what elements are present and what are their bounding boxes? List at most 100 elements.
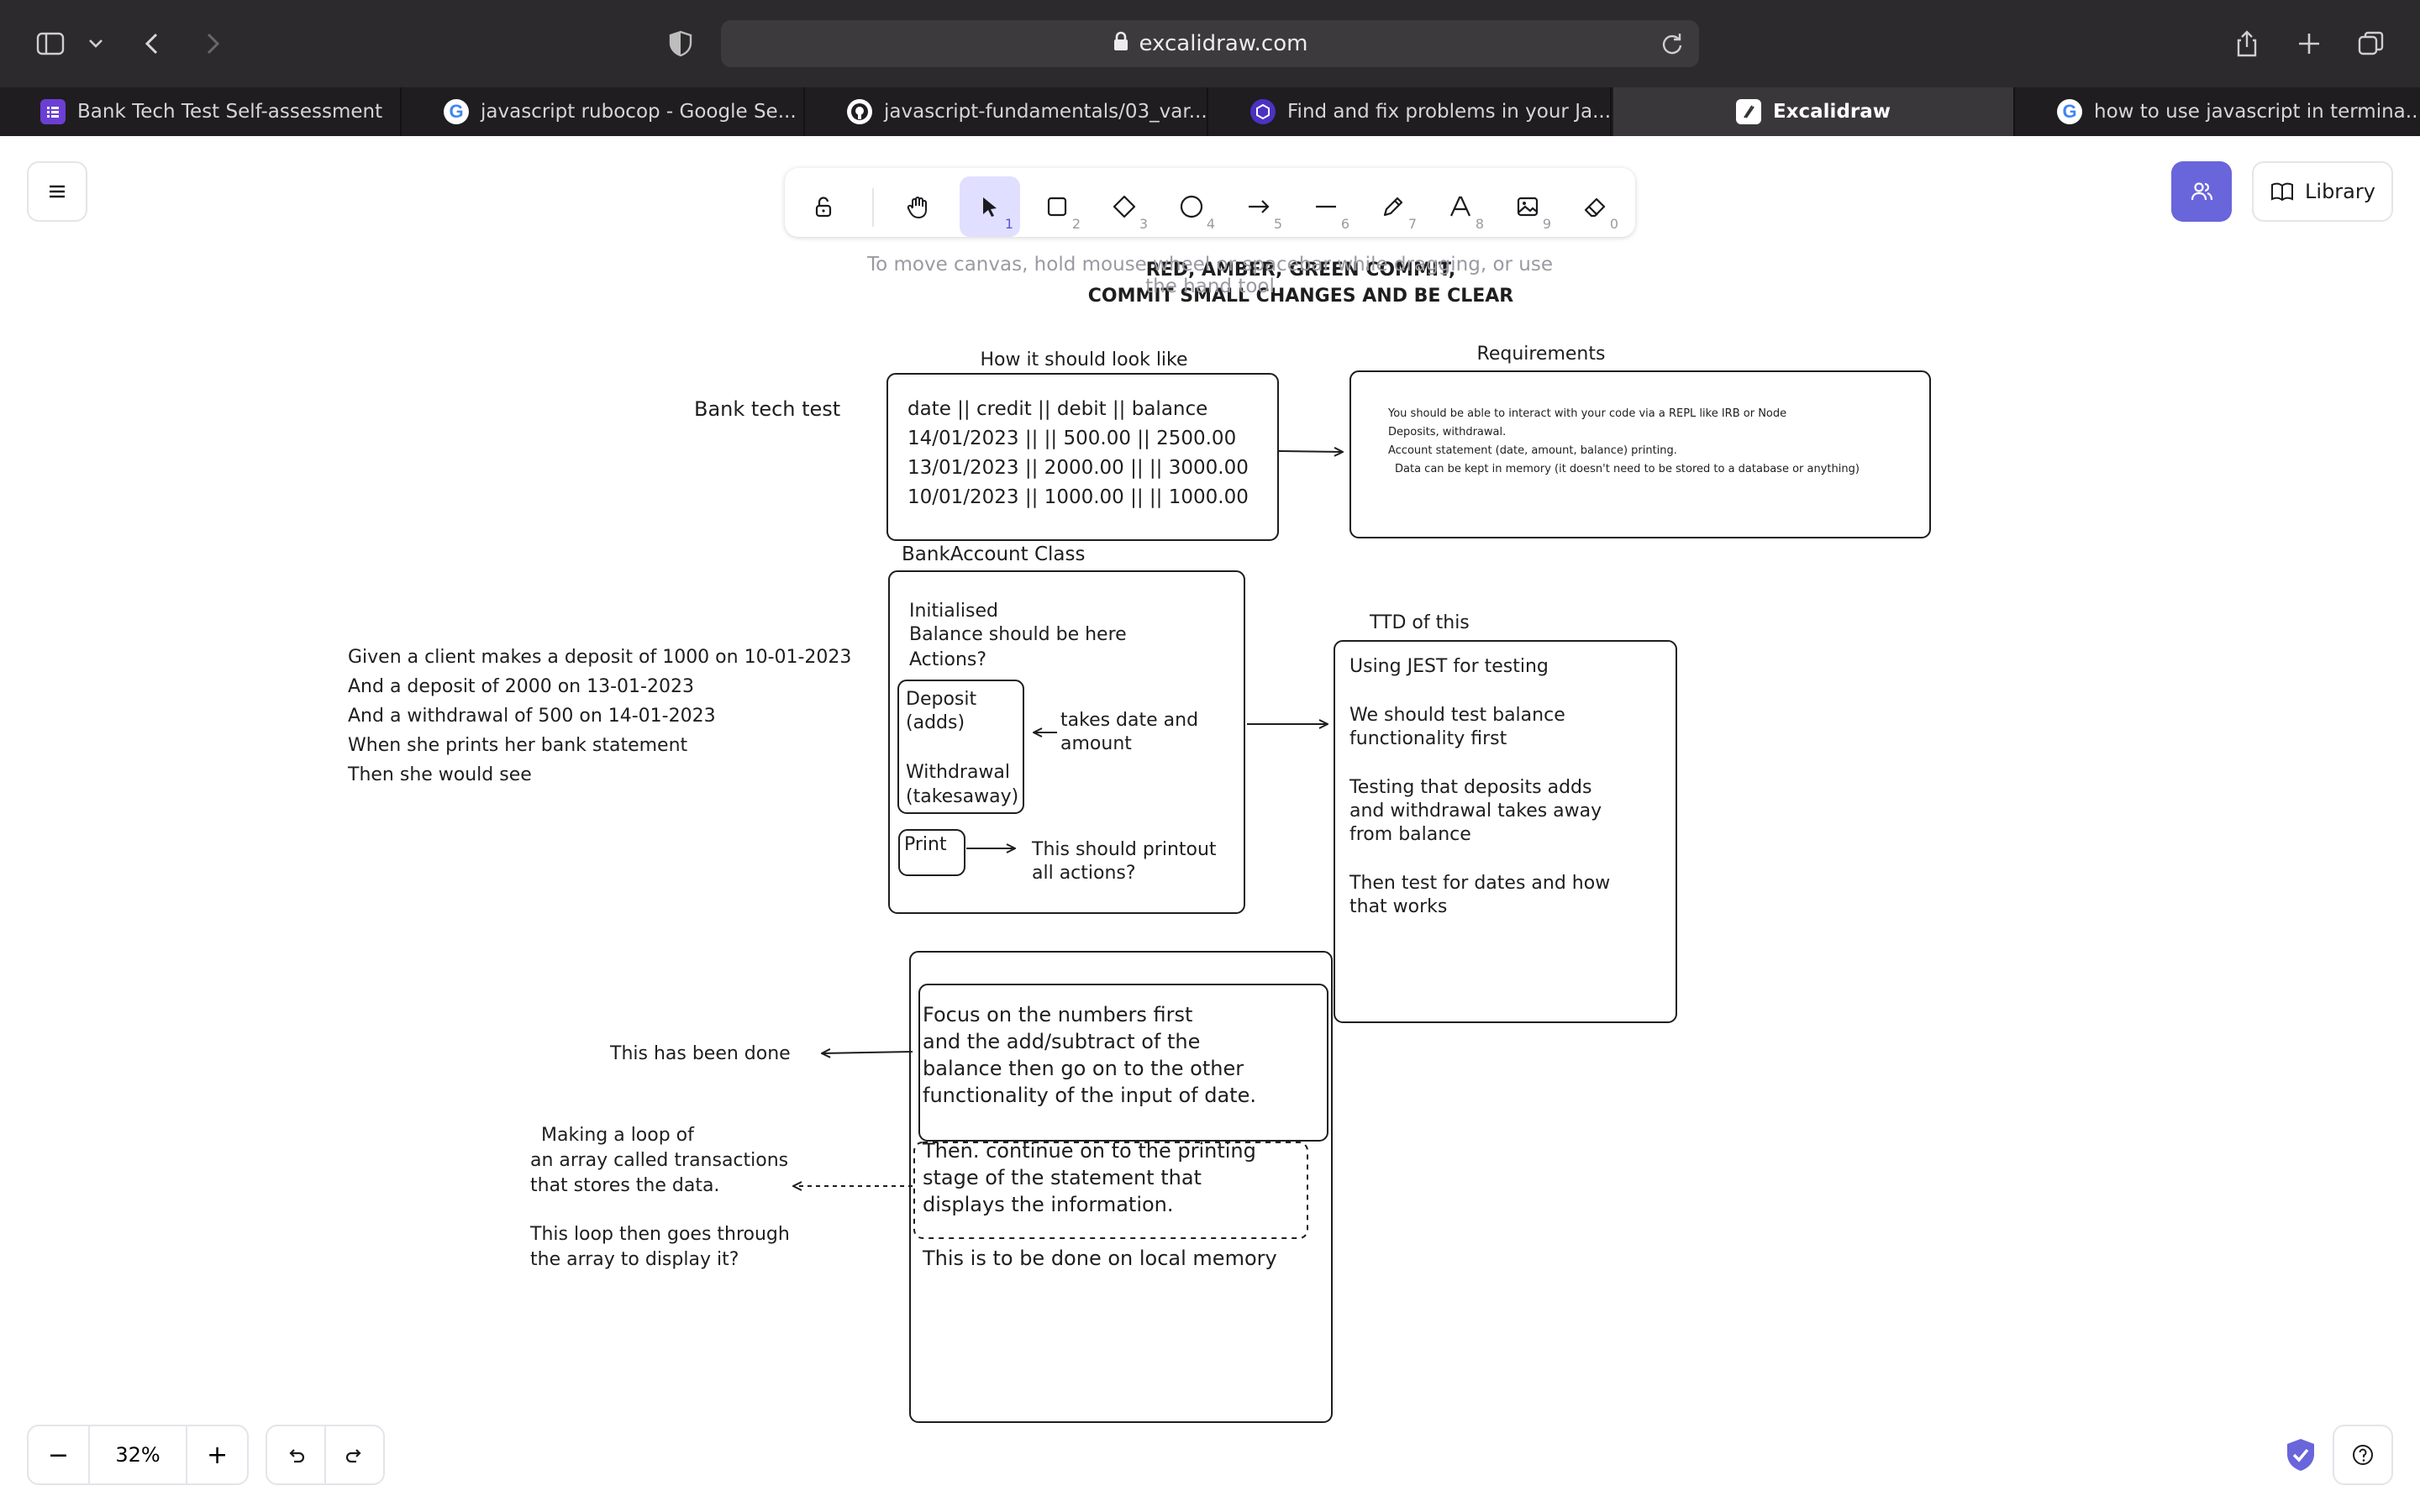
- tool-key: 8: [1475, 216, 1484, 232]
- takes-date-line: amount: [1060, 733, 1132, 754]
- ttd-line: that works: [1349, 896, 1447, 917]
- shapes-toolbar: 1 2 3 4 5 6 7 8 9 0: [785, 168, 1635, 237]
- initialised-line: Initialised: [909, 601, 998, 622]
- deposit-line: Deposit: [906, 689, 976, 710]
- tool-text[interactable]: 8: [1430, 176, 1491, 237]
- library-button[interactable]: Library: [2252, 161, 2393, 222]
- tool-selection[interactable]: 1: [960, 176, 1020, 237]
- tab-bar: Bank Tech Test Self-assessment G javascr…: [0, 87, 2420, 136]
- statement-line: date || credit || debit || balance: [908, 398, 1207, 420]
- tab-github[interactable]: javascript-fundamentals/03_var...: [807, 87, 1208, 136]
- new-tab-icon[interactable]: [2291, 25, 2328, 62]
- history-controls: [266, 1425, 385, 1485]
- cursor-icon: [983, 197, 997, 217]
- focus-line: and the add/subtract of the: [923, 1030, 1200, 1053]
- privacy-shield-icon[interactable]: [662, 25, 699, 62]
- pencil-icon: [1383, 197, 1403, 217]
- library-label: Library: [2305, 180, 2375, 203]
- scenario-line: Given a client makes a deposit of 1000 o…: [348, 647, 851, 668]
- loop-line: Making a loop of: [541, 1125, 695, 1146]
- arrow-done[interactable]: [822, 1052, 913, 1053]
- ttd-line: Then test for dates and how: [1349, 873, 1610, 894]
- focus-line: balance then go on to the other: [923, 1057, 1244, 1080]
- hamburger-icon: [50, 185, 65, 198]
- arrow-to-requirements[interactable]: [1278, 451, 1343, 452]
- requirements-line: Deposits, withdrawal.: [1388, 426, 1506, 438]
- arrow-icon: [1249, 200, 1270, 213]
- zoom-in-button[interactable]: +: [187, 1426, 247, 1483]
- address-bar[interactable]: excalidraw.com: [721, 20, 1699, 67]
- zoom-out-button[interactable]: −: [29, 1426, 88, 1483]
- tool-eraser[interactable]: 0: [1565, 176, 1625, 237]
- tool-key: 4: [1206, 216, 1215, 232]
- collaborate-button[interactable]: [2171, 161, 2232, 222]
- drawing-svg: RED, AMBER, GREEN COMMIT, COMMIT SMALL C…: [347, 260, 1931, 1423]
- tool-key: 6: [1340, 216, 1349, 232]
- tab-excalidraw[interactable]: Excalidraw: [1613, 87, 2015, 136]
- zoom-level[interactable]: 32%: [87, 1426, 188, 1483]
- undo-button[interactable]: [267, 1426, 324, 1483]
- tab-overview-icon[interactable]: [2353, 25, 2390, 62]
- help-button[interactable]: [2333, 1425, 2393, 1485]
- redo-button[interactable]: [324, 1426, 383, 1483]
- forward-icon[interactable]: [193, 25, 230, 62]
- tab-title: javascript-fundamentals/03_var...: [884, 101, 1207, 123]
- back-icon[interactable]: [134, 25, 171, 62]
- ttd-line: Using JEST for testing: [1349, 656, 1549, 677]
- tab-eslint[interactable]: Find and fix problems in your Ja...: [1210, 87, 1612, 136]
- github-icon: [847, 99, 872, 124]
- tab-title: Excalidraw: [1772, 101, 1891, 123]
- canvas-hint: To move canvas, hold mouse wheel or spac…: [866, 254, 1554, 297]
- ttd-line: from balance: [1349, 824, 1471, 845]
- tool-rectangle[interactable]: 2: [1027, 176, 1087, 237]
- encryption-shield-icon[interactable]: [2282, 1436, 2319, 1473]
- ellipse-icon: [1180, 195, 1203, 218]
- text-icon: [1449, 196, 1471, 217]
- book-icon: [2271, 182, 2294, 202]
- requirements-title: Requirements: [1477, 344, 1606, 365]
- sidebar-toggle-icon[interactable]: [32, 25, 69, 62]
- tool-lock[interactable]: [793, 176, 854, 237]
- reload-icon[interactable]: [1657, 29, 1687, 59]
- undo-icon: [289, 1449, 305, 1463]
- loop-line: the array to display it?: [530, 1249, 739, 1270]
- chevron-down-icon[interactable]: [81, 25, 111, 62]
- tab-bank-tech-test[interactable]: Bank Tech Test Self-assessment: [0, 87, 402, 136]
- requirements-line: Data can be kept in memory (it doesn't n…: [1395, 463, 1860, 475]
- main-menu-button[interactable]: [27, 161, 87, 222]
- tool-key: 3: [1139, 216, 1148, 232]
- tool-hand[interactable]: [887, 176, 948, 237]
- excalidraw-icon: [1735, 99, 1761, 124]
- share-icon[interactable]: [2228, 25, 2265, 62]
- focus-line: Focus on the numbers first: [923, 1003, 1192, 1026]
- scenario-line: And a deposit of 2000 on 13-01-2023: [348, 676, 694, 697]
- excalidraw-canvas[interactable]: RED, AMBER, GREEN COMMIT, COMMIT SMALL C…: [0, 136, 2420, 1512]
- tool-arrow[interactable]: 5: [1228, 176, 1289, 237]
- takes-date-line: takes date and: [1060, 710, 1198, 731]
- zoom-controls: − 32% +: [27, 1425, 249, 1485]
- loop-line: This loop then goes through: [529, 1224, 790, 1245]
- ttd-line: and withdrawal takes away: [1349, 801, 1602, 822]
- tool-line[interactable]: 6: [1296, 176, 1356, 237]
- statement-line: 10/01/2023 || 1000.00 || || 1000.00: [908, 486, 1249, 508]
- tab-google-terminal[interactable]: G how to use javascript in termina...: [2017, 87, 2418, 136]
- withdrawal-line: (takesaway): [906, 786, 1018, 807]
- statement-line: 13/01/2023 || 2000.00 || || 3000.00: [908, 457, 1249, 479]
- requirements-line: Account statement (date, amount, balance…: [1388, 444, 1677, 457]
- tool-key: 0: [1609, 216, 1618, 232]
- line-icon: [1316, 205, 1336, 208]
- tool-draw[interactable]: 7: [1363, 176, 1423, 237]
- requirements-line: You should be able to interact with your…: [1387, 407, 1786, 420]
- ttd-line: Testing that deposits adds: [1349, 777, 1591, 798]
- then-continue-line: Then. continue on to the printing: [922, 1139, 1256, 1163]
- scenario-line: When she prints her bank statement: [348, 735, 688, 756]
- initialised-line: Balance should be here: [909, 624, 1127, 645]
- tool-image[interactable]: 9: [1497, 176, 1558, 237]
- tool-diamond[interactable]: 3: [1094, 176, 1155, 237]
- how-title: How it should look like: [980, 349, 1187, 370]
- tool-key: 9: [1542, 216, 1551, 232]
- local-memory-label: This is to be done on local memory: [922, 1247, 1277, 1270]
- ttd-title: TTD of this: [1369, 612, 1470, 633]
- tab-google-rubocop[interactable]: G javascript rubocop - Google Se...: [403, 87, 805, 136]
- tool-ellipse[interactable]: 4: [1161, 176, 1222, 237]
